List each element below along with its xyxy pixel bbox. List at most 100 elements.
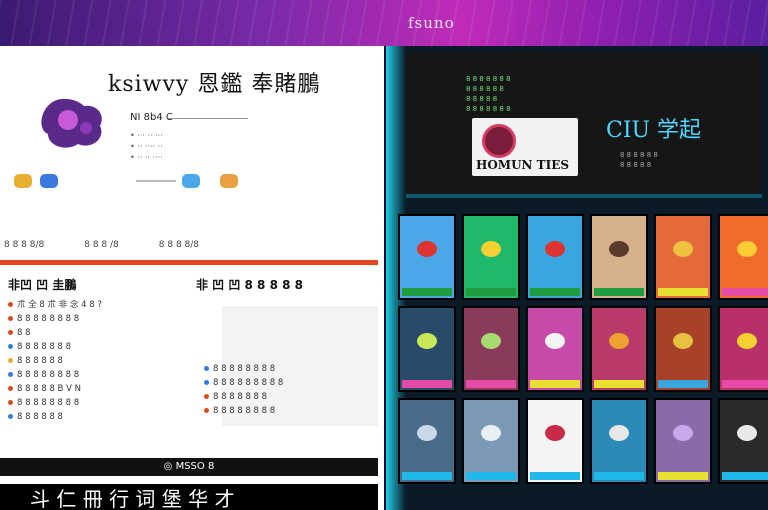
thumbnail-tile[interactable]: [462, 398, 520, 484]
thumbnail-caption-bar: [466, 288, 516, 296]
list-item[interactable]: 8 8 8 8 8 8: [8, 354, 218, 368]
thumbnail-tile[interactable]: [462, 214, 520, 300]
bullet-list: • ··· ·· ··· • ·· ···· ·· • ·· ·· ····: [130, 130, 163, 163]
column-1-list: 朮 全 8 朮 非 念 4 8 ? 8 8 8 8 8 8 8 8 8 8 8 …: [8, 298, 218, 424]
screen-line: 8 8 8 8 8: [620, 161, 652, 169]
thumbnail-caption-bar: [530, 380, 580, 388]
bullet-dot: [8, 358, 13, 363]
list-item[interactable]: 8 8 8 8 8 B V N: [8, 382, 218, 396]
thumbnail-tile[interactable]: [654, 306, 712, 392]
bullet-dot: [204, 380, 209, 385]
screen-subtext: 8 8 8 8 8 8 8 8 8 8 8: [620, 150, 658, 170]
thumbnail-tile[interactable]: [718, 306, 768, 392]
thumbnail-caption-bar: [594, 288, 644, 296]
list-item[interactable]: 8 8: [8, 326, 218, 340]
list-item[interactable]: 8 8 8 8 8 8 8 8: [204, 404, 374, 418]
social-icons: [14, 174, 58, 188]
thumbnail-tile[interactable]: [462, 306, 520, 392]
screen-line: 8 8 8 8 8: [466, 95, 498, 103]
thumbnail-tile[interactable]: [398, 306, 456, 392]
thumbnail-caption-bar: [594, 472, 644, 480]
thumbnail-caption-bar: [594, 380, 644, 388]
thumbnail-caption-bar: [402, 380, 452, 388]
thumbnail-tile[interactable]: [526, 214, 584, 300]
screen-line: 8 8 8 8 8 8 8: [466, 75, 511, 83]
bullet-dot: [8, 372, 13, 377]
bullet-dot: [204, 394, 209, 399]
emblem-icon: [482, 124, 516, 158]
screen-line: 8 8 8 8 8 8: [466, 85, 504, 93]
thumbnail-caption-bar: [658, 380, 708, 388]
bullet-dot: [204, 366, 209, 371]
thumbnail-tile[interactable]: [718, 214, 768, 300]
thumbnail-icon: [609, 240, 629, 257]
list-item[interactable]: 8 8 8 8 8 8 8: [204, 390, 374, 404]
thumbnail-icon: [417, 424, 437, 441]
thumbnail-caption-bar: [530, 472, 580, 480]
thumbnail-tile[interactable]: [654, 214, 712, 300]
thumbnail-icon: [481, 240, 501, 257]
bullet-dot: [204, 408, 209, 413]
divider: [136, 180, 176, 182]
thumbnail-tile[interactable]: [590, 214, 648, 300]
share-icon[interactable]: [182, 174, 200, 188]
thumbnail-caption-bar: [402, 472, 452, 480]
purple-logo-icon: [41, 98, 102, 148]
screen-line: 8 8 8 8 8 8 8: [466, 105, 511, 113]
thumbnail-caption-bar: [658, 472, 708, 480]
thumbnail-grid: [398, 214, 768, 484]
thumbnail-tile[interactable]: [398, 214, 456, 300]
thumbnail-tile[interactable]: [590, 306, 648, 392]
list-item[interactable]: 8 8 8 8 8 8 8 8: [8, 396, 218, 410]
bullet-item: • ··· ·· ···: [130, 131, 163, 140]
thumbnail-caption-bar: [402, 288, 452, 296]
thumbnail-icon: [417, 240, 437, 257]
thumbnail-tile[interactable]: [398, 398, 456, 484]
bullet-dot: [8, 330, 13, 335]
thumbnail-icon: [417, 332, 437, 349]
thumbnail-caption-bar: [658, 288, 708, 296]
thumbnail-tile[interactable]: [718, 398, 768, 484]
thumbnail-icon: [673, 240, 693, 257]
divider: [168, 118, 248, 119]
thumbnail-icon: [673, 332, 693, 349]
accent-bar: [0, 260, 378, 265]
list-item[interactable]: 8 8 8 8 8 8 8 8: [204, 362, 374, 376]
thumbnail-caption-bar: [466, 380, 516, 388]
meta-item: 8 8 8 8/8: [158, 240, 200, 250]
thumbnail-caption-bar: [722, 380, 768, 388]
list-item[interactable]: 8 8 8 8 8 8 8 8 8: [204, 376, 374, 390]
thumbnail-icon: [481, 332, 501, 349]
bullet-dot: [8, 414, 13, 419]
list-item[interactable]: 8 8 8 8 8 8: [8, 410, 218, 424]
thumbnail-icon: [673, 424, 693, 441]
share-row: [136, 174, 238, 188]
list-item[interactable]: 8 8 8 8 8 8 8 8: [8, 312, 218, 326]
thumbnail-tile[interactable]: [526, 398, 584, 484]
list-item[interactable]: 8 8 8 8 8 8 8: [8, 340, 218, 354]
top-banner: fsuno: [0, 0, 768, 46]
list-item[interactable]: 8 8 8 8 8 8 8 8: [8, 368, 218, 382]
screen-logo: CIU 学起: [606, 118, 702, 143]
meta-item: 8 8 8 /8: [84, 240, 119, 250]
thumbnail-tile[interactable]: [526, 306, 584, 392]
column-1-title: 非凹 凹 圭鵬: [8, 278, 77, 292]
bullet-dot: [8, 316, 13, 321]
thumbnail-icon: [609, 332, 629, 349]
footer-bar: ◎ MSSO 8: [0, 458, 378, 476]
thumbnail-tile[interactable]: [654, 398, 712, 484]
left-panel: ksiwvy 恩鑑 奉賭鵬 NI 8b4 C • ··· ·· ··· • ··…: [0, 46, 384, 510]
thumbnail-icon: [737, 240, 757, 257]
thumbnail-icon: [737, 332, 757, 349]
bullet-dot: [8, 302, 13, 307]
column-2-title: 非 凹 凹 8 8 8 8 8: [196, 278, 303, 292]
emblem: HOMUN TIES: [472, 118, 578, 176]
social-icon[interactable]: [14, 174, 32, 188]
list-item[interactable]: 朮 全 8 朮 非 念 4 8 ?: [8, 298, 218, 312]
sub-label: NI 8b4 C: [130, 112, 173, 123]
thumbnail-tile[interactable]: [590, 398, 648, 484]
bullet-dot: [8, 386, 13, 391]
share-icon[interactable]: [220, 174, 238, 188]
social-icon[interactable]: [40, 174, 58, 188]
thumbnail-caption-bar: [466, 472, 516, 480]
